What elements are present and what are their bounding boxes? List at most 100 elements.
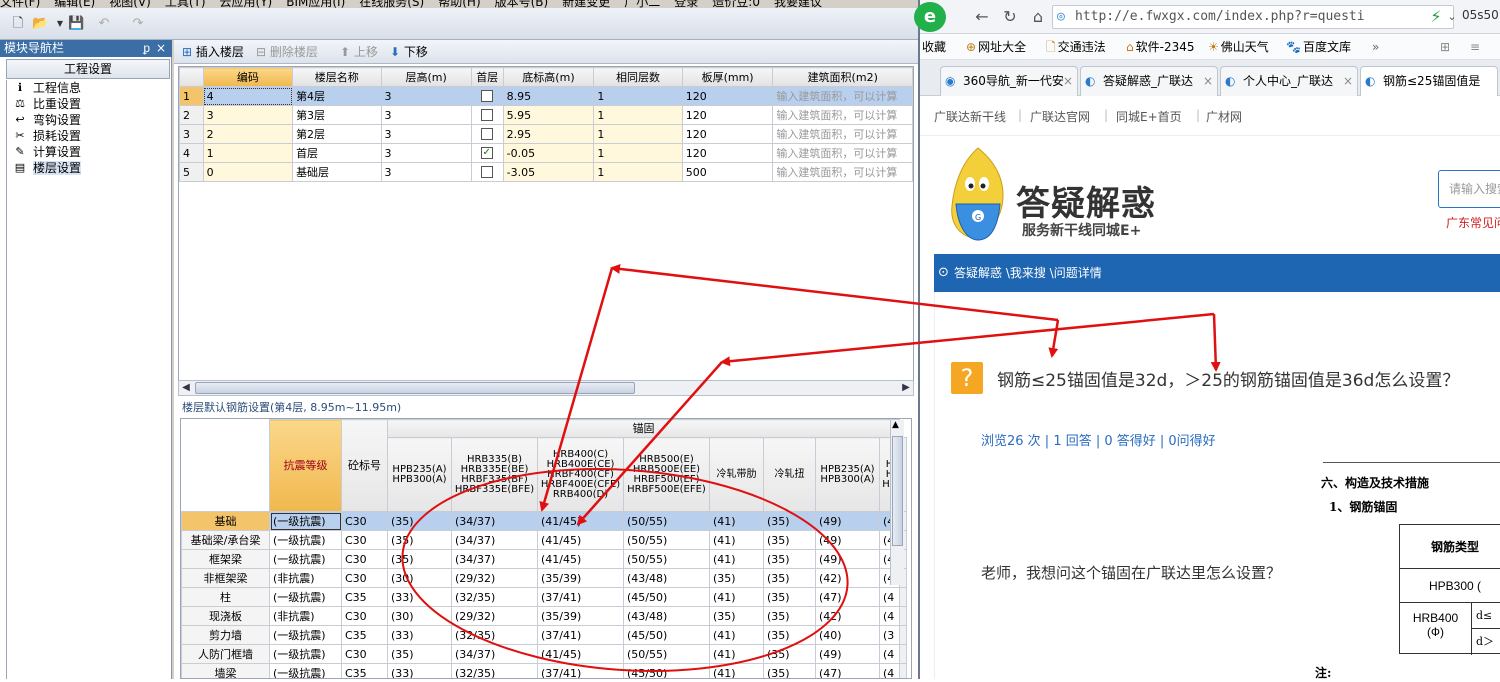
site-nav-link-2[interactable]: 同城E+首页 (1116, 108, 1182, 125)
move-up-button[interactable]: ⬆ 上移 (340, 44, 378, 60)
scroll-up-icon[interactable]: ▲ (892, 420, 899, 430)
anchorage-col-header-3[interactable]: HRB500(E) HRB500E(EE) HRBF500(EF) HRBF50… (623, 437, 710, 512)
floor-code-cell[interactable]: 0 (202, 162, 294, 182)
concrete-grade-cell[interactable]: C30 (341, 644, 388, 664)
favorite-item-3[interactable]: ⌂ 软件-2345 (1126, 39, 1195, 55)
concrete-grade-cell[interactable]: C35 (341, 625, 388, 645)
menu-item-4[interactable]: 云应用(Y) (220, 0, 273, 8)
faq-link[interactable]: 广东常见问 (1446, 214, 1500, 231)
anchorage-value-cell[interactable]: (35) (763, 663, 816, 678)
menu-item-7[interactable]: 帮助(H) (438, 0, 480, 8)
anchorage-value-cell[interactable]: (35) (763, 549, 816, 569)
floor-height-cell[interactable]: 3 (380, 162, 472, 182)
anchorage-col-header-0[interactable]: HPB235(A) HPB300(A) (387, 437, 452, 512)
first-floor-cell[interactable]: ✓ (470, 143, 504, 163)
save-icon[interactable]: 💾 (68, 16, 84, 32)
anchorage-value-cell[interactable]: (50/55) (623, 549, 710, 569)
anchorage-value-cell[interactable]: (37/41) (537, 625, 624, 645)
attached-document-image[interactable]: 六、构造及技术措施 1、钢筋锚固 钢筋类型 HPB300 ( HRB400 (Ф… (1315, 452, 1500, 682)
site-nav-link-1[interactable]: 广联达官网 (1030, 108, 1090, 125)
browser-tab-2[interactable]: ◐ 个人中心_广联达 × (1220, 66, 1358, 96)
anchorage-value-cell[interactable]: (45/50) (623, 587, 710, 607)
anchorage-value-cell[interactable]: (37/41) (537, 663, 624, 678)
floor-col-header-7[interactable]: 板厚(mm) (681, 67, 774, 87)
anchorage-value-cell[interactable]: (4 (879, 644, 900, 664)
floor-col-header-6[interactable]: 相同层数 (593, 67, 683, 87)
favorite-item-2[interactable]: 🗋 交通违法 (1046, 39, 1106, 55)
floor-col-header-3[interactable]: 层高(m) (380, 67, 472, 87)
anchorage-value-cell[interactable]: (4 (879, 606, 900, 626)
anchorage-value-cell[interactable]: (3 (879, 625, 900, 645)
anchorage-value-cell[interactable]: (47) (815, 663, 880, 678)
checkbox-checked-icon[interactable]: ✓ (480, 146, 493, 159)
first-floor-cell[interactable] (470, 162, 504, 182)
first-floor-cell[interactable] (470, 124, 504, 144)
building-area-cell[interactable]: 输入建筑面积，可以计算 (772, 143, 913, 163)
seismic-grade-cell[interactable]: (非抗震) (269, 568, 342, 588)
anchorage-col-header-5[interactable]: 冷轧扭 (763, 437, 816, 512)
nav-item-5[interactable]: ▤ 楼层设置 (7, 160, 170, 176)
anchorage-value-cell[interactable]: (43/48) (623, 606, 710, 626)
anchorage-col-header-2[interactable]: HRB400(C) HRB400E(CE) HRBF400(CF) HRBF40… (537, 437, 624, 512)
anchorage-value-cell[interactable]: (30) (387, 606, 452, 626)
scroll-left-icon[interactable]: ◀ (179, 381, 193, 395)
anchorage-value-cell[interactable]: (41) (709, 625, 764, 645)
anchorage-value-cell[interactable]: (32/35) (451, 625, 538, 645)
floor-col-header-1[interactable]: 编码 (202, 67, 294, 87)
anchorage-value-cell[interactable]: (49) (815, 644, 880, 664)
menu-icon[interactable]: ≡ (1470, 39, 1480, 55)
building-area-cell[interactable]: 输入建筑面积，可以计算 (772, 124, 913, 144)
concrete-grade-cell[interactable]: C30 (341, 568, 388, 588)
more-favorites-icon[interactable]: » (1372, 39, 1379, 55)
floor-height-cell[interactable]: 3 (380, 105, 472, 125)
menu-item-12[interactable]: 造价豆:0 (712, 0, 760, 8)
anchorage-value-cell[interactable]: (42) (815, 606, 880, 626)
concrete-grade-cell[interactable]: C30 (341, 606, 388, 626)
reload-icon[interactable]: ↻ (1000, 7, 1020, 27)
menu-item-1[interactable]: 编辑(E) (54, 0, 95, 8)
anchorage-value-cell[interactable]: (4 (879, 587, 900, 607)
rebar-row[interactable]: 柱 (一级抗震) C35 (33) (32/35) (37/41) (45/50) (41)(… (181, 587, 907, 607)
checkbox-icon[interactable] (480, 127, 493, 140)
home-icon[interactable]: ⌂ (1028, 7, 1048, 27)
tab-close-icon[interactable]: × (1343, 67, 1353, 95)
vscroll-thumb[interactable] (892, 436, 903, 546)
menu-item-13[interactable]: 我要建议 (774, 0, 822, 8)
seismic-grade-cell[interactable]: (一级抗震) (269, 644, 342, 664)
first-floor-cell[interactable] (470, 86, 504, 106)
site-nav-link-3[interactable]: 广材网 (1206, 108, 1242, 125)
floor-col-header-5[interactable]: 底标高(m) (502, 67, 595, 87)
seismic-grade-cell[interactable]: (一级抗震) (269, 587, 342, 607)
base-elevation-cell[interactable]: -0.05 (502, 143, 595, 163)
concrete-grade-cell[interactable]: C30 (341, 530, 388, 550)
anchorage-value-cell[interactable]: (41) (709, 530, 764, 550)
menu-item-5[interactable]: BIM应用(I) (286, 0, 345, 8)
seismic-grade-cell[interactable]: (非抗震) (269, 606, 342, 626)
menu-item-11[interactable]: 登录 (674, 0, 698, 8)
rebar-row[interactable]: 基础 (一级抗震) C30 (35) (34/37) (41/45) (50/55) (41)… (181, 511, 907, 531)
slab-thickness-cell[interactable]: 120 (681, 105, 774, 125)
anchorage-value-cell[interactable]: (50/55) (623, 511, 710, 531)
floor-row[interactable]: 4 1 首层 3 ✓ -0.05 1 120 输入建筑面积，可以计算 (179, 143, 913, 163)
anchorage-value-cell[interactable]: (35) (709, 568, 764, 588)
anchorage-value-cell[interactable]: (41/45) (537, 511, 624, 531)
anchorage-value-cell[interactable]: (49) (815, 530, 880, 550)
seismic-grade-cell[interactable]: (一级抗震) (269, 511, 342, 531)
anchorage-value-cell[interactable]: (41/45) (537, 530, 624, 550)
anchorage-value-cell[interactable]: (33) (387, 663, 452, 678)
floor-name-cell[interactable]: 第3层 (292, 105, 382, 125)
url-input[interactable]: ◎ http://e.fwxgx.com/index.php?r=questi (1052, 5, 1454, 29)
rebar-row[interactable]: 剪力墙 (一级抗震) C35 (33) (32/35) (37/41) (45/50) (41… (181, 625, 907, 645)
close-icon[interactable]: × (156, 40, 166, 57)
checkbox-icon[interactable] (480, 165, 493, 178)
anchorage-value-cell[interactable]: (30) (387, 568, 452, 588)
anchorage-value-cell[interactable]: (35) (763, 625, 816, 645)
floor-row[interactable]: 3 2 第2层 3 2.95 1 120 输入建筑面积，可以计算 (179, 124, 913, 144)
favorite-item-4[interactable]: ☀ 佛山天气 (1208, 39, 1269, 55)
floor-row[interactable]: 1 4 第4层 3 8.95 1 120 输入建筑面积，可以计算 (179, 86, 913, 106)
anchorage-value-cell[interactable]: (42) (815, 568, 880, 588)
concrete-grade-cell[interactable]: C35 (341, 587, 388, 607)
insert-floor-button[interactable]: ⊞ 插入楼层 (182, 44, 244, 60)
anchorage-value-cell[interactable]: (35) (763, 568, 816, 588)
tab-close-icon[interactable]: × (1063, 67, 1073, 95)
